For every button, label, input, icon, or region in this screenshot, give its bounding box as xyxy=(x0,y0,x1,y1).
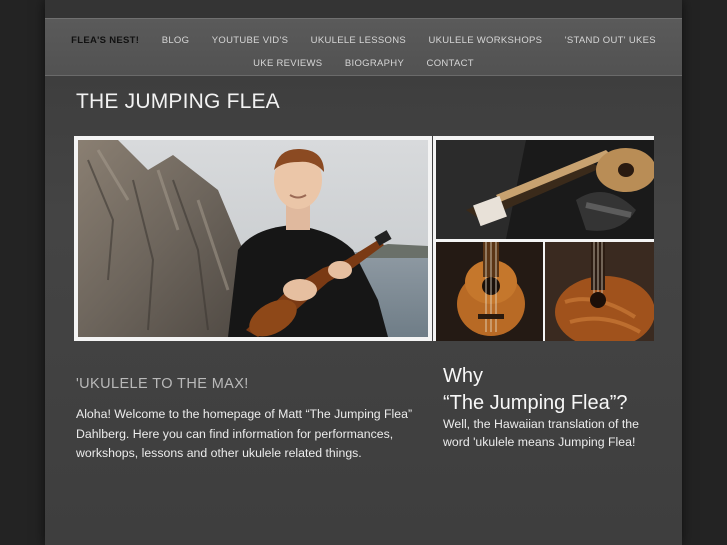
collage-photo-ukulele-case xyxy=(436,140,654,239)
site-title[interactable]: THE JUMPING FLEA xyxy=(76,90,280,114)
nav-item-contact[interactable]: CONTACT xyxy=(427,58,474,69)
nav-item-uke-reviews[interactable]: UKE REVIEWS xyxy=(253,58,322,69)
nav-item-youtube-vids[interactable]: YOUTUBE VID'S xyxy=(212,35,288,46)
hero-photo-drawing xyxy=(78,140,428,337)
ukulele-body-drawing xyxy=(436,242,543,341)
collage-photo-ukulele-koa xyxy=(545,242,654,341)
nav-item-fleas-nest[interactable]: FLEA'S NEST! xyxy=(71,35,139,46)
page-container: FLEA'S NEST! BLOG YOUTUBE VID'S UKULELE … xyxy=(45,0,682,545)
tagline-heading: 'UKULELE TO THE MAX! xyxy=(76,376,249,392)
why-paragraph: Well, the Hawaiian translation of the wo… xyxy=(443,417,639,449)
ukulele-case-drawing xyxy=(436,140,654,239)
why-heading-line1: Why xyxy=(443,365,483,387)
collage-photo-ukulele-body xyxy=(436,242,543,341)
nav-item-stand-out-ukes[interactable]: 'STAND OUT' UKES xyxy=(565,35,656,46)
intro-paragraph: Aloha! Welcome to the homepage of Matt “… xyxy=(76,407,413,460)
nav-row-2: UKE REVIEWS BIOGRAPHY CONTACT xyxy=(45,53,682,71)
ukulele-koa-drawing xyxy=(545,242,654,341)
top-band xyxy=(45,0,682,18)
nav-item-blog[interactable]: BLOG xyxy=(162,35,190,46)
main-navigation: FLEA'S NEST! BLOG YOUTUBE VID'S UKULELE … xyxy=(45,18,682,76)
nav-item-ukulele-lessons[interactable]: UKULELE LESSONS xyxy=(311,35,406,46)
hero-photo-ukulele-player xyxy=(78,140,428,337)
why-heading: Why “The Jumping Flea”? xyxy=(443,363,663,417)
nav-row-1: FLEA'S NEST! BLOG YOUTUBE VID'S UKULELE … xyxy=(45,30,682,48)
ukulele-collage xyxy=(433,136,654,341)
nav-item-ukulele-workshops[interactable]: UKULELE WORKSHOPS xyxy=(428,35,542,46)
hero-image xyxy=(74,136,432,341)
nav-item-biography[interactable]: BIOGRAPHY xyxy=(345,58,404,69)
why-heading-line2: “The Jumping Flea”? xyxy=(443,392,628,414)
